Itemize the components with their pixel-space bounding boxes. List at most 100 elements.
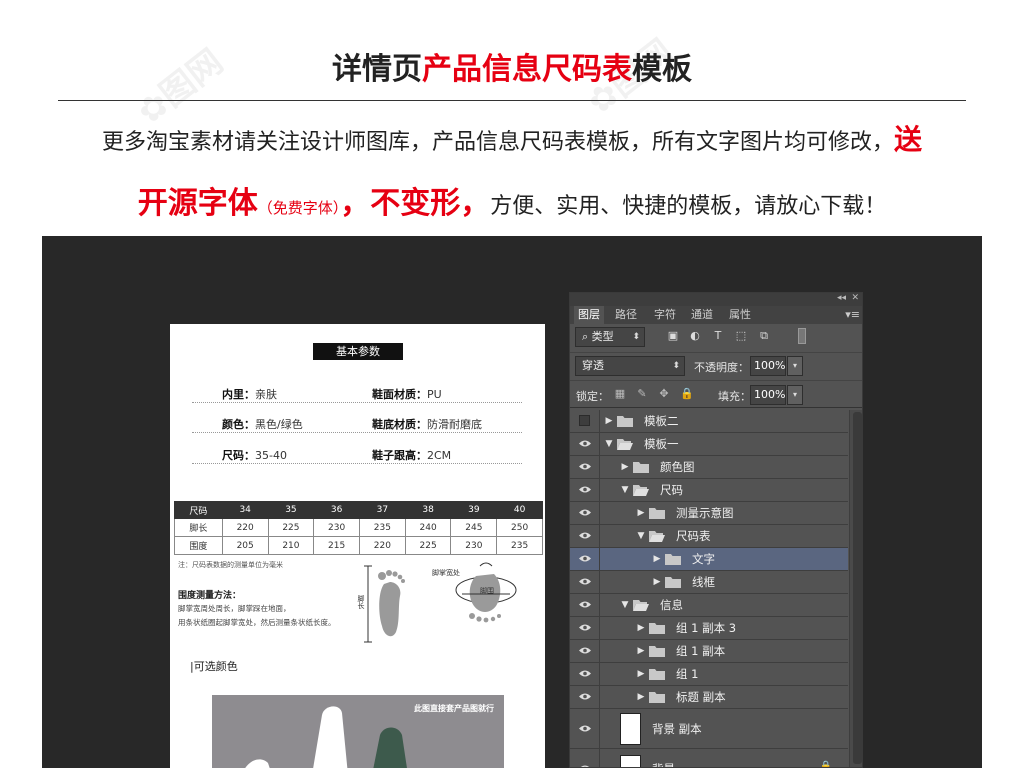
collapsed-arrow-icon[interactable]: ▶ [652, 552, 662, 566]
tab-paths[interactable]: 路径 [615, 306, 637, 324]
layer-row[interactable]: ▶ 测量示意图 [570, 502, 848, 525]
method-line: 用条状纸圈起脚掌宽处，然后测量条状纸长度。 [178, 618, 336, 627]
collapsed-arrow-icon[interactable]: ▶ [636, 690, 646, 704]
collapsed-arrow-icon[interactable]: ▶ [652, 575, 662, 589]
scrollbar-thumb[interactable] [853, 412, 862, 764]
layer-row[interactable]: ▶ 组 1 [570, 663, 848, 686]
collapsed-arrow-icon[interactable]: ▶ [636, 667, 646, 681]
size-table-header-cell: 34 [221, 501, 269, 519]
layer-row[interactable]: ▼ 信息 [570, 594, 848, 617]
promo-image: ✿图网 ✿图网 ✿图网 ✿图网 ✿图网 ✿图网 详情页产品信息尺码表模板 更多淘… [0, 0, 1024, 768]
visibility-toggle[interactable] [570, 525, 600, 547]
eye-icon [579, 578, 591, 585]
table-cell: 围度 [174, 536, 223, 555]
filter-shape-icon[interactable]: ⬚ [734, 329, 748, 343]
collapsed-arrow-icon[interactable]: ▶ [620, 460, 630, 474]
layer-name: 背景 [652, 761, 675, 768]
lock-transparent-icon[interactable]: ▦ [614, 387, 626, 401]
visibility-toggle[interactable] [570, 749, 600, 767]
folder-icon [649, 507, 665, 519]
layer-row[interactable]: ▼ 尺码 [570, 479, 848, 502]
opacity-input[interactable]: 100% [750, 356, 786, 376]
layer-name: 信息 [660, 598, 683, 612]
layer-row-bg-copy[interactable]: 背景 副本 [570, 709, 848, 749]
expanded-arrow-icon[interactable]: ▼ [604, 437, 614, 451]
visibility-toggle[interactable] [570, 617, 600, 639]
eye-icon [579, 601, 591, 608]
filter-toggle[interactable] [798, 328, 806, 344]
visibility-toggle[interactable] [570, 686, 600, 708]
layer-row[interactable]: ▼ 模板一 [570, 433, 848, 456]
visibility-toggle[interactable] [570, 456, 600, 478]
expanded-arrow-icon[interactable]: ▼ [620, 483, 630, 497]
fill-input[interactable]: 100% [750, 385, 786, 405]
visibility-toggle[interactable] [570, 502, 600, 524]
expanded-arrow-icon[interactable]: ▼ [636, 529, 646, 543]
lock-image-icon[interactable]: ✎ [636, 387, 648, 401]
expanded-arrow-icon[interactable]: ▼ [620, 598, 630, 612]
table-row: 脚长 220 225 230 235 240 245 250 [174, 518, 543, 537]
layer-row[interactable]: ▶ 组 1 副本 [570, 640, 848, 663]
filter-type-select[interactable]: ⌕ 类型 ⬍ [575, 327, 645, 347]
close-icon[interactable]: ✕ [851, 293, 859, 303]
fill-dropdown-icon[interactable]: ▾ [787, 385, 803, 405]
panel-menu-icon[interactable]: ▾≡ [845, 308, 860, 321]
filter-pixel-icon[interactable]: ▣ [666, 329, 680, 343]
tab-properties[interactable]: 属性 [729, 306, 751, 324]
description-highlight: 送 [894, 123, 923, 156]
visibility-toggle[interactable] [570, 548, 600, 570]
table-cell: 220 [221, 518, 269, 537]
layer-row[interactable]: ▶ 模板二 [570, 410, 848, 433]
collapse-icon[interactable]: ◂◂ [837, 293, 846, 303]
visibility-toggle[interactable] [570, 479, 600, 501]
layer-row[interactable]: ▼ 尺码表 [570, 525, 848, 548]
collapsed-arrow-icon[interactable]: ▶ [636, 506, 646, 520]
layer-row-bg[interactable]: 背景 🔒 [570, 749, 848, 768]
layer-row[interactable]: ▶ 线框 [570, 571, 848, 594]
table-cell: 230 [450, 536, 498, 555]
eye-icon [580, 765, 590, 767]
visibility-toggle[interactable] [570, 594, 600, 616]
folder-icon [649, 645, 665, 657]
folder-icon [617, 438, 633, 450]
collapsed-arrow-icon[interactable]: ▶ [636, 644, 646, 658]
filter-type-icon[interactable]: T [711, 329, 725, 343]
opacity-label: 不透明度： [694, 361, 749, 374]
size-table-header-cell: 36 [313, 501, 361, 519]
param-value: PU [427, 388, 442, 401]
fill-label: 填充： [718, 390, 751, 403]
visibility-toggle[interactable] [570, 571, 600, 593]
visibility-toggle[interactable] [570, 663, 600, 685]
opacity-dropdown-icon[interactable]: ▾ [787, 356, 803, 376]
collapsed-arrow-icon[interactable]: ▶ [604, 414, 614, 428]
layer-row[interactable]: ▶ 颜色图 [570, 456, 848, 479]
color-preview-image: 此图直接套产品图就行 [212, 695, 504, 768]
layer-row[interactable]: ▶ 文字 [570, 548, 848, 571]
layer-row[interactable]: ▶ 标题 副本 [570, 686, 848, 709]
lock-position-icon[interactable]: ✥ [658, 387, 670, 401]
tab-channels[interactable]: 通道 [691, 306, 713, 324]
eye-icon [579, 509, 591, 516]
folder-icon [633, 461, 649, 473]
visibility-toggle[interactable] [570, 640, 600, 662]
layer-row[interactable]: ▶ 组 1 副本 3 [570, 617, 848, 640]
size-table-header-cell: 38 [404, 501, 452, 519]
visibility-toggle[interactable] [570, 410, 600, 432]
blend-mode-select[interactable]: 穿透 ⬍ [575, 356, 685, 376]
description-text: 更多淘宝素材请关注设计师图库，产品信息尺码表模板，所有文字图片均可修改， [101, 130, 894, 155]
tab-character[interactable]: 字符 [654, 306, 676, 324]
layers-scrollbar[interactable] [849, 410, 862, 767]
param-upper-material: 鞋面材质：PU [372, 386, 442, 402]
table-cell: 210 [267, 536, 315, 555]
filter-smartobject-icon[interactable]: ⧉ [757, 329, 771, 343]
tab-layers[interactable]: 图层 [574, 306, 604, 324]
visibility-toggle[interactable] [570, 709, 600, 748]
table-cell: 215 [313, 536, 361, 555]
param-value: 黑色/绿色 [255, 418, 303, 431]
collapsed-arrow-icon[interactable]: ▶ [636, 621, 646, 635]
filter-adjustment-icon[interactable]: ◐ [688, 329, 702, 343]
folder-icon [665, 553, 681, 565]
visibility-toggle[interactable] [570, 433, 600, 455]
lock-all-icon[interactable]: 🔒 [680, 387, 694, 401]
eye-icon [579, 647, 591, 654]
